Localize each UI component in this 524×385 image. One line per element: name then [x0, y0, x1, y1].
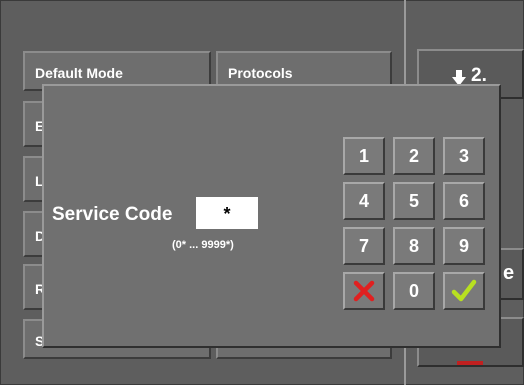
- key-6[interactable]: 6: [443, 182, 485, 220]
- key-9[interactable]: 9: [443, 227, 485, 265]
- key-7[interactable]: 7: [343, 227, 385, 265]
- key-1[interactable]: 1: [343, 137, 385, 175]
- cancel-key[interactable]: [343, 272, 385, 310]
- service-code-label: Service Code: [52, 204, 173, 225]
- key-4[interactable]: 4: [343, 182, 385, 220]
- red-mark: [457, 361, 483, 365]
- key-2[interactable]: 2: [393, 137, 435, 175]
- cross-icon: [353, 280, 375, 302]
- side-button-label: e: [503, 262, 515, 284]
- tile-label: Protocols: [228, 65, 293, 81]
- check-icon: [451, 279, 477, 302]
- key-3[interactable]: 3: [443, 137, 485, 175]
- service-code-dialog: Service Code * (0* ... 9999*) 1 2 3 4 5 …: [42, 84, 501, 348]
- confirm-key[interactable]: [443, 272, 485, 310]
- range-hint: (0* ... 9999*): [172, 239, 234, 251]
- tile-label: Default Mode: [35, 65, 123, 81]
- key-0[interactable]: 0: [393, 272, 435, 310]
- key-5[interactable]: 5: [393, 182, 435, 220]
- key-8[interactable]: 8: [393, 227, 435, 265]
- service-code-input[interactable]: *: [196, 197, 258, 229]
